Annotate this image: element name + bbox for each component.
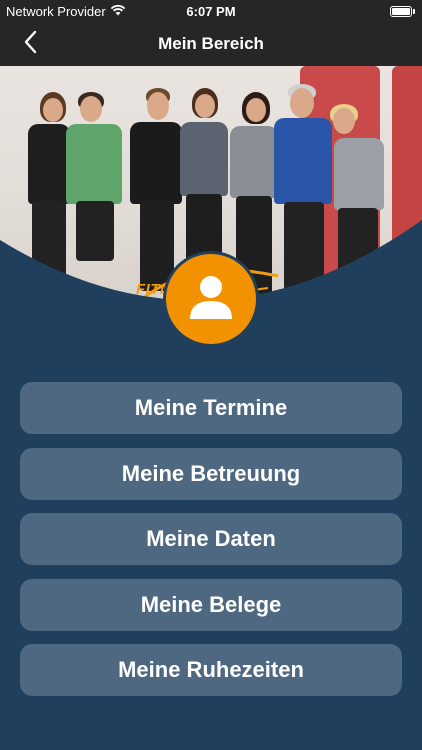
page-title: Mein Bereich (158, 34, 264, 53)
back-button[interactable] (16, 30, 44, 58)
user-icon (188, 273, 234, 326)
navigation-bar: Mein Bereich (0, 22, 422, 66)
wifi-icon (110, 4, 126, 19)
meine-betreuung-button[interactable]: Meine Betreuung (20, 447, 402, 500)
battery-icon (390, 5, 415, 17)
menu-list: Meine Termine Meine Betreuung Meine Date… (20, 382, 402, 710)
profile-avatar[interactable] (166, 254, 256, 344)
meine-belege-button[interactable]: Meine Belege (20, 578, 402, 631)
chevron-left-icon (23, 30, 37, 59)
meine-daten-button[interactable]: Meine Daten (20, 513, 402, 565)
status-left: Network Provider (6, 4, 126, 19)
meine-termine-button[interactable]: Meine Termine (20, 382, 402, 434)
meine-ruhezeiten-button[interactable]: Meine Ruhezeiten (20, 644, 402, 696)
status-bar: Network Provider 6:07 PM (0, 0, 422, 22)
carrier-label: Network Provider (6, 3, 106, 19)
